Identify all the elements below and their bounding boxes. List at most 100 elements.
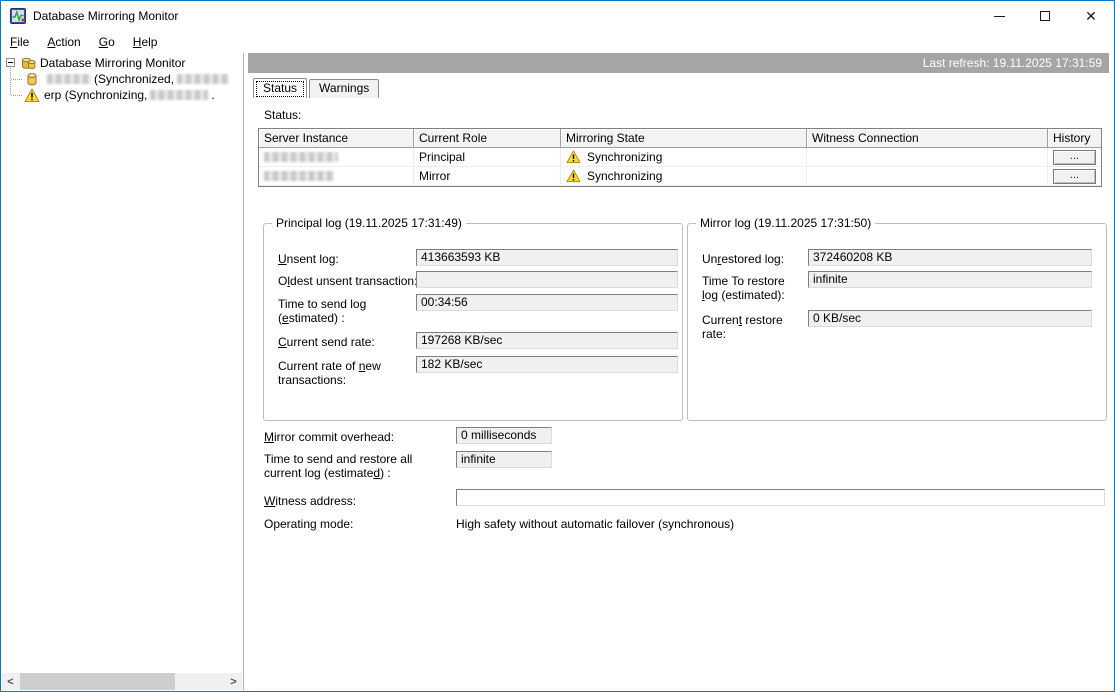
- cell-mirroring-state: Synchronizing: [561, 148, 807, 167]
- warning-icon: [24, 88, 40, 103]
- table-row[interactable]: Mirror Synchronizing ...: [259, 167, 1101, 186]
- redacted-db-name: [47, 74, 91, 84]
- maximize-button[interactable]: [1022, 1, 1068, 31]
- tree-item-synchronized-db[interactable]: (Synchronized,: [2, 71, 243, 87]
- cell-current-role: Principal: [414, 148, 561, 167]
- tab-status-label: Status: [263, 81, 297, 95]
- cell-history: ...: [1048, 148, 1101, 167]
- operating-mode-value: High safety without automatic failover (…: [456, 517, 734, 531]
- last-refresh-text: Last refresh: 19.11.2025 17:31:59: [923, 56, 1102, 70]
- redacted-server-name: [264, 152, 338, 162]
- time-to-restore-log-value[interactable]: infinite: [808, 271, 1092, 288]
- time-send-restore-all-label: Time to send and restore all current log…: [264, 452, 452, 480]
- column-header-current-role[interactable]: Current Role: [414, 129, 561, 148]
- tree-root-database-mirroring-monitor[interactable]: Database Mirroring Monitor: [2, 55, 243, 71]
- witness-address-label: Witness address:: [264, 494, 454, 508]
- column-header-witness-connection[interactable]: Witness Connection: [807, 129, 1048, 148]
- cell-server-instance: [259, 167, 414, 186]
- principal-log-title: Principal log (19.11.2025 17:31:49): [272, 216, 466, 230]
- current-send-rate-value[interactable]: 197268 KB/sec: [416, 332, 678, 349]
- principal-log-group: Principal log (19.11.2025 17:31:49) Unse…: [263, 223, 683, 421]
- unsent-log-label: Unsent log:: [278, 252, 412, 266]
- oldest-unsent-transaction-value[interactable]: [416, 271, 678, 288]
- window-title: Database Mirroring Monitor: [33, 9, 178, 23]
- status-section-label: Status:: [264, 108, 301, 122]
- mirror-commit-overhead-value[interactable]: 0 milliseconds: [456, 427, 552, 444]
- table-row[interactable]: Principal Synchronizing ...: [259, 148, 1101, 167]
- tree-item-trailing: .: [211, 88, 214, 102]
- redacted-server-name: [150, 90, 208, 100]
- operating-mode-label: Operating mode:: [264, 517, 454, 531]
- mirroring-state-text: Synchronizing: [587, 169, 662, 183]
- app-icon: [10, 8, 26, 24]
- witness-address-value[interactable]: [456, 489, 1105, 506]
- mirror-log-title: Mirror log (19.11.2025 17:31:50): [696, 216, 875, 230]
- tab-strip: Status Warnings: [253, 78, 381, 98]
- last-refresh-bar: Last refresh: 19.11.2025 17:31:59: [248, 53, 1109, 73]
- cell-current-role: Mirror: [414, 167, 561, 186]
- cell-mirroring-state: Synchronizing: [561, 167, 807, 186]
- unrestored-log-value[interactable]: 372460208 KB: [808, 249, 1092, 266]
- cell-witness-connection: [807, 148, 1048, 167]
- tree-item-name: erp: [44, 88, 61, 102]
- tree-item-status: (Synchronizing,: [65, 88, 148, 102]
- scroll-right-icon[interactable]: >: [225, 673, 242, 690]
- detail-panel: Last refresh: 19.11.2025 17:31:59 Status…: [248, 53, 1113, 690]
- current-send-rate-label: Current send rate:: [278, 335, 412, 349]
- column-header-history[interactable]: History: [1048, 129, 1101, 148]
- tab-warnings[interactable]: Warnings: [309, 79, 379, 98]
- time-to-restore-log-label: Time To restore log (estimated):: [702, 274, 802, 302]
- current-rate-new-transactions-label: Current rate of new transactions:: [278, 359, 400, 387]
- menu-go[interactable]: Go: [90, 32, 124, 52]
- tree-item-status: (Synchronized,: [94, 72, 174, 86]
- current-rate-new-transactions-value[interactable]: 182 KB/sec: [416, 356, 678, 373]
- window-controls: ✕: [976, 1, 1114, 31]
- tab-status[interactable]: Status: [253, 78, 307, 98]
- unrestored-log-label: Unrestored log:: [702, 252, 806, 266]
- scroll-left-icon[interactable]: <: [2, 673, 19, 690]
- menu-action[interactable]: Action: [38, 32, 89, 52]
- database-monitor-icon: [20, 56, 36, 71]
- time-to-send-log-value[interactable]: 00:34:56: [416, 294, 678, 311]
- time-to-send-log-label: Time to send log (estimated) :: [278, 297, 388, 325]
- warning-icon: [566, 150, 581, 164]
- collapse-icon[interactable]: [6, 58, 15, 67]
- tree-horizontal-scrollbar[interactable]: < >: [2, 673, 242, 690]
- menu-help[interactable]: Help: [124, 32, 167, 52]
- tab-warnings-label: Warnings: [319, 81, 369, 95]
- history-button[interactable]: ...: [1053, 169, 1096, 184]
- tree-root-label: Database Mirroring Monitor: [40, 56, 185, 70]
- tree-item-erp-db[interactable]: erp (Synchronizing, .: [2, 87, 243, 103]
- mirror-commit-overhead-label: Mirror commit overhead:: [264, 430, 454, 444]
- table-header-row: Server Instance Current Role Mirroring S…: [259, 129, 1101, 148]
- mirroring-state-text: Synchronizing: [587, 150, 662, 164]
- current-restore-rate-value[interactable]: 0 KB/sec: [808, 310, 1092, 327]
- redacted-server-name: [177, 74, 229, 84]
- history-button[interactable]: ...: [1053, 150, 1096, 165]
- cell-history: ...: [1048, 167, 1101, 186]
- warning-icon: [566, 169, 581, 183]
- unsent-log-value[interactable]: 413663593 KB: [416, 249, 678, 266]
- minimize-button[interactable]: [976, 1, 1022, 31]
- titlebar: Database Mirroring Monitor ✕: [1, 1, 1114, 31]
- scrollbar-thumb[interactable]: [20, 673, 175, 690]
- oldest-unsent-transaction-label: Oldest unsent transaction:: [278, 274, 418, 288]
- server-tree-panel: Database Mirroring Monitor (Synchronized…: [2, 53, 244, 690]
- status-table: Server Instance Current Role Mirroring S…: [258, 128, 1102, 187]
- cell-witness-connection: [807, 167, 1048, 186]
- mirror-log-group: Mirror log (19.11.2025 17:31:50) Unresto…: [687, 223, 1107, 421]
- column-header-mirroring-state[interactable]: Mirroring State: [561, 129, 807, 148]
- menu-file[interactable]: File: [1, 32, 38, 52]
- database-icon: [24, 72, 40, 87]
- current-restore-rate-label: Current restore rate:: [702, 313, 806, 341]
- maximize-icon: [1040, 11, 1050, 21]
- minimize-icon: [994, 16, 1005, 17]
- redacted-server-name: [264, 171, 334, 181]
- app-window: Database Mirroring Monitor ✕ File Action…: [0, 0, 1115, 692]
- menu-bar: File Action Go Help: [1, 31, 1114, 52]
- column-header-server-instance[interactable]: Server Instance: [259, 129, 414, 148]
- time-send-restore-all-value[interactable]: infinite: [456, 451, 552, 468]
- close-icon: ✕: [1085, 9, 1097, 23]
- close-button[interactable]: ✕: [1068, 1, 1114, 31]
- cell-server-instance: [259, 148, 414, 167]
